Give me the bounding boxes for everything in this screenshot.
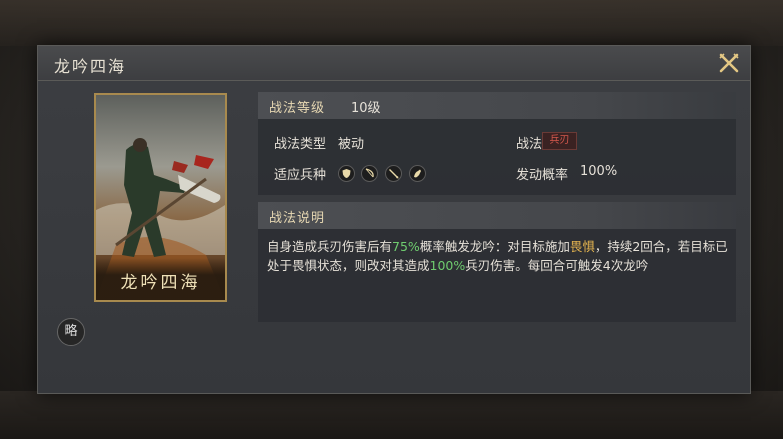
shield-troop-icon (338, 165, 355, 182)
cavalry-troop-icon (409, 165, 426, 182)
background-bottom (0, 391, 783, 439)
side-round-button[interactable]: 略 (57, 318, 85, 346)
trait-tag: 兵刃 (542, 132, 577, 150)
dialog-title: 龙吟四海 (54, 57, 127, 76)
description-header: 战法说明 (258, 202, 736, 229)
description-segment: 兵刃伤害。每回合可触发4次龙吟 (465, 258, 649, 273)
spear-troop-icon (385, 165, 402, 182)
fear-keyword: 畏惧 (569, 239, 595, 254)
close-icon[interactable] (718, 52, 740, 74)
description-segment: 自身造成兵刃伤害后有 (267, 239, 393, 254)
troops-label: 适应兵种 (274, 168, 327, 183)
dialog-titlebar: 龙吟四海 (38, 46, 750, 81)
level-value: 10级 (351, 101, 381, 116)
trigger-chance: 75% (392, 239, 420, 254)
level-header: 战法等级 10级 (258, 92, 736, 119)
type-value: 被动 (338, 137, 365, 152)
bow-troop-icon (361, 165, 378, 182)
attributes-panel: 战法等级 10级 (258, 92, 736, 195)
background-top (0, 0, 783, 46)
skill-dialog: 龙吟四海 龙吟四海 略 战法等级 10级 战法类型 被动 适应兵种 发动概率 1… (37, 45, 751, 394)
description-segment: 概率触发龙吟：对目标施加 (419, 239, 570, 254)
type-label: 战法类型 (274, 137, 327, 152)
level-label: 战法等级 (269, 101, 326, 116)
description-title: 战法说明 (269, 211, 326, 226)
skill-card: 龙吟四海 (94, 93, 227, 302)
description-text: 自身造成兵刃伤害后有75%概率触发龙吟：对目标施加畏惧，持续2回合，若目标已处于… (267, 237, 737, 275)
card-name: 龙吟四海 (96, 258, 225, 300)
rate-value: 100% (580, 164, 618, 179)
rate-label: 发动概率 (516, 168, 569, 183)
damage-rate: 100% (429, 258, 466, 273)
